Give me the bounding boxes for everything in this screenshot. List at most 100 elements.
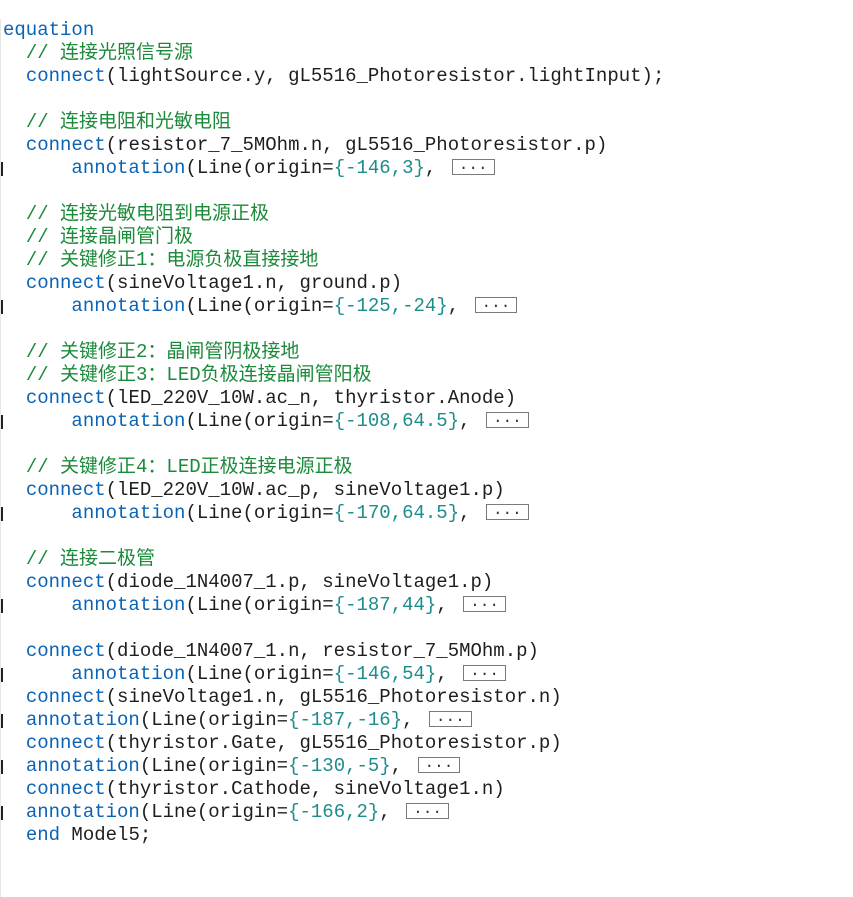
collapsed-annotation-button[interactable]: ... (485, 410, 529, 428)
connect-keyword: connect (25, 686, 106, 708)
connect-keyword: connect (25, 134, 106, 156)
code-comment: // 连接光敏电阻到电源正极 (25, 203, 270, 225)
origin-brace-close: } (390, 709, 403, 731)
connect-suffix: ) (595, 134, 608, 156)
connect-keyword: connect (25, 571, 106, 593)
origin-value: -146,54 (345, 663, 425, 685)
fold-marker[interactable] (1, 760, 3, 774)
collapsed-annotation-button[interactable]: ... (463, 594, 506, 612)
code-line: // 连接晶闸管门极 (3, 226, 664, 249)
code-area[interactable]: equation // 连接光照信号源 connect(lightSource.… (1, 19, 664, 847)
origin-brace-close: } (447, 502, 460, 524)
connect-suffix: ) (550, 732, 562, 754)
fold-marker[interactable] (1, 599, 3, 613)
origin-brace-open: { (288, 755, 300, 777)
code-line: connect(thyristor.Cathode, sineVoltage1.… (25, 778, 505, 800)
annotation-indent (26, 410, 72, 432)
code-line: // 连接二极管 (3, 548, 664, 571)
collapsed-annotation-button[interactable]: ... (406, 801, 449, 819)
origin-value: -187,-16 (299, 709, 391, 731)
fold-marker[interactable] (1, 507, 3, 521)
connect-arguments: lED_220V_10W.ac_p, sineVoltage1.p (117, 479, 494, 501)
code-line: connect(thyristor.Gate, gL5516_Photoresi… (25, 732, 562, 754)
fold-marker[interactable] (1, 806, 3, 820)
collapsed-annotation-button[interactable]: ... (463, 663, 506, 681)
annotation-keyword: annotation (71, 594, 186, 616)
connect-keyword: connect (25, 778, 106, 800)
code-line: end Model5; (3, 824, 664, 847)
fold-marker[interactable] (1, 668, 3, 682)
connect-arguments: lED_220V_10W.ac_n, thyristor.Anode (117, 387, 505, 409)
collapsed-annotation-button[interactable]: ... (428, 709, 472, 727)
code-line: annotation(Line(origin={-108,64.5}, ... (1, 410, 664, 433)
origin-value: -130,-5 (299, 755, 380, 777)
origin-brace-open: { (333, 502, 346, 524)
code-comment: // 关键修正1：电源负极直接接地 (25, 249, 319, 271)
connect-suffix: ) (390, 272, 403, 294)
annotation-keyword: annotation (25, 801, 140, 823)
connect-keyword: connect (25, 732, 106, 754)
collapsed-annotation-button[interactable]: ... (417, 755, 461, 773)
connect-arguments: resistor_7_5MOhm.n, gL5516_Photoresistor… (117, 134, 596, 156)
code-comment: // 关键修正4：LED正极连接电源正极 (25, 456, 353, 478)
origin-brace-close: } (436, 295, 448, 317)
code-line: // 连接光敏电阻到电源正极 (3, 203, 664, 226)
collapsed-annotation-button[interactable]: ... (474, 295, 518, 313)
connect-suffix: ) (550, 686, 562, 708)
code-line: annotation(Line(origin={-166,2}, ... (1, 801, 664, 824)
code-line: annotation(Line(origin={-130,-5}, ... (1, 755, 664, 778)
equation-keyword: equation (3, 19, 95, 41)
code-line: connect(diode_1N4007_1.p, sineVoltage1.p… (25, 571, 494, 593)
annotation-keyword: annotation (25, 709, 140, 731)
annotation-keyword: annotation (71, 410, 186, 432)
end-keyword: end (25, 824, 61, 846)
origin-brace-close: } (447, 410, 460, 432)
fold-marker[interactable] (1, 714, 3, 728)
origin-value: -125,-24 (345, 295, 437, 317)
fold-marker[interactable] (1, 415, 3, 429)
fold-marker[interactable] (1, 162, 3, 176)
code-line: annotation(Line(origin={-125,-24}, ... (1, 295, 664, 318)
fold-marker[interactable] (1, 300, 3, 314)
origin-brace-close: } (379, 755, 391, 777)
collapsed-annotation-button[interactable]: ... (485, 502, 529, 520)
annotation-keyword: annotation (71, 502, 186, 524)
origin-brace-open: { (333, 663, 346, 685)
code-editor[interactable]: equation // 连接光照信号源 connect(lightSource.… (0, 19, 853, 897)
model-name: Model5; (60, 824, 152, 846)
annotation-indent (26, 295, 72, 317)
origin-brace-open: { (288, 801, 300, 823)
annotation-indent (26, 594, 72, 616)
origin-value: -108,64.5 (345, 410, 448, 432)
collapsed-annotation-button[interactable]: ... (451, 157, 495, 175)
origin-brace-open: { (333, 410, 346, 432)
connect-keyword: connect (25, 640, 106, 662)
annotation-keyword: annotation (71, 663, 186, 685)
annotation-indent (26, 502, 72, 524)
origin-brace-close: } (424, 663, 437, 685)
origin-brace-open: { (288, 709, 300, 731)
code-line: annotation(Line(origin={-146,3}, ... (1, 157, 664, 180)
connect-suffix: ) (527, 640, 539, 662)
code-comment: // 关键修正2：晶闸管阴极接地 (25, 341, 300, 363)
connect-arguments: diode_1N4007_1.n, resistor_7_5MOhm.p (117, 640, 528, 662)
origin-brace-close: } (367, 801, 380, 823)
connect-suffix: ) (504, 387, 517, 409)
origin-brace-open: { (333, 295, 346, 317)
connect-arguments: thyristor.Cathode, sineVoltage1.n (117, 778, 494, 800)
code-line: // 关键修正1：电源负极直接接地 (3, 249, 664, 272)
origin-brace-open: { (333, 594, 346, 616)
code-comment: // 连接光照信号源 (25, 42, 194, 64)
code-line: annotation(Line(origin={-187,44}, ... (1, 594, 664, 617)
connect-arguments: lightSource.y, gL5516_Photoresistor.ligh… (117, 65, 642, 87)
annotation-keyword: annotation (71, 157, 186, 179)
annotation-keyword: annotation (71, 295, 186, 317)
code-line: connect(lED_220V_10W.ac_p, sineVoltage1.… (25, 479, 505, 501)
code-comment: // 连接电阻和光敏电阻 (25, 111, 232, 133)
origin-value: -170,64.5 (345, 502, 448, 524)
code-line: // 关键修正3：LED负极连接晶闸管阳极 (3, 364, 664, 387)
